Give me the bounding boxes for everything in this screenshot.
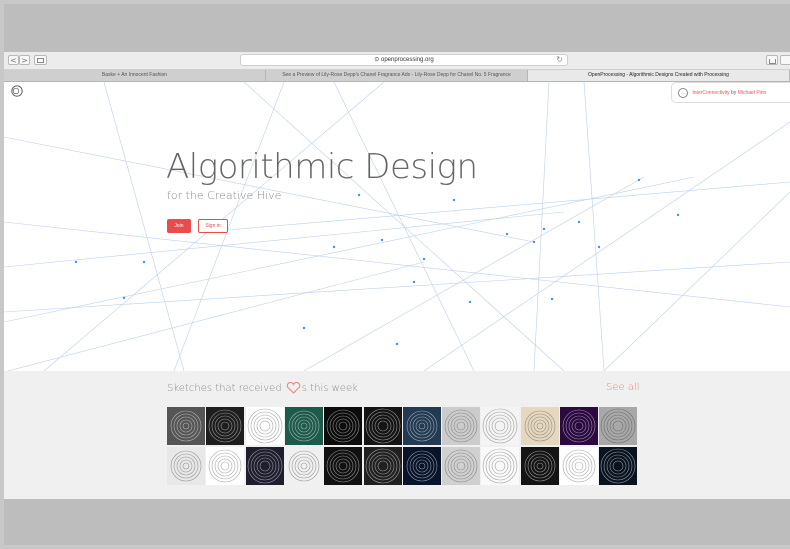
sketch-thumbnail[interactable] [402,447,441,485]
sketch-thumbnail[interactable] [363,407,402,445]
browser-window: < > ⊙ openprocessing.org ↻ Baske + An In… [4,4,790,545]
arrow-left-circle-icon[interactable]: ← [678,87,688,98]
sketch-thumbnail[interactable] [324,407,363,445]
window-bottom-area [4,499,790,545]
share-icon [768,59,776,64]
sidebar-toggle-button[interactable] [34,55,47,65]
sketch-thumbnail[interactable] [206,407,245,445]
sketch-thumbnail[interactable] [520,447,559,485]
tab-openprocessing[interactable]: OpenProcessing - Algorithmic Designs Cre… [528,70,790,81]
sketches-heading-end: s this week [301,383,358,394]
sketch-thumbnail[interactable] [402,407,441,445]
sketch-thumbnail[interactable] [167,447,205,485]
reload-icon[interactable]: ↻ [556,55,563,64]
url-text: ⊙ openprocessing.org [374,57,434,63]
sketch-thumbnail[interactable] [520,407,559,445]
author-link[interactable]: Michael Pinn [738,90,767,96]
tab-baske[interactable]: Baske + An Innocent Fashion [4,70,266,81]
join-button[interactable]: Join [167,219,191,233]
address-bar[interactable]: ⊙ openprocessing.org ↻ [240,54,568,66]
sketch-thumbnail-grid [167,407,639,485]
sign-in-button[interactable]: Sign in [198,219,228,233]
sketch-thumbnail[interactable] [284,407,323,445]
sketch-thumbnail[interactable] [481,407,520,445]
sketch-thumbnail[interactable] [442,407,481,445]
web-page: ← InterConnectivity by Michael Pinn Algo… [4,82,790,499]
sketch-thumbnail[interactable] [442,447,481,485]
network-background [4,82,790,371]
sketch-thumbnail[interactable] [363,447,402,485]
sketch-thumbnail[interactable] [284,447,323,485]
page-subtitle: for the Creative Hive [167,189,282,202]
credit-by: by [731,90,737,96]
sketches-heading-start: Sketches that received [167,383,282,394]
page-title: Algorithmic Design [166,147,478,187]
heart-icon [286,382,301,394]
tab-bar: Baske + An Innocent Fashion See a Previe… [4,70,790,82]
sketch-link[interactable]: InterConnectivity [692,90,729,96]
tabs-overview-button[interactable] [780,55,790,65]
share-button[interactable] [766,55,778,65]
sketch-thumbnail[interactable] [206,447,245,485]
openprocessing-logo-icon[interactable] [11,85,23,97]
sketch-thumbnail[interactable] [324,447,363,485]
see-all-link[interactable]: See all [606,382,640,393]
forward-button[interactable]: > [19,55,30,65]
hero-section: ← InterConnectivity by Michael Pinn Algo… [4,82,790,371]
sketch-thumbnail[interactable] [599,447,638,485]
sidebar-icon [37,58,44,63]
back-button[interactable]: < [8,55,19,65]
sketch-thumbnail[interactable] [167,407,205,445]
browser-toolbar: < > ⊙ openprocessing.org ↻ [4,52,790,70]
sketch-thumbnail[interactable] [245,447,284,485]
sketches-heading: Sketches that received s this week [167,382,358,394]
sketch-credit[interactable]: ← InterConnectivity by Michael Pinn [671,82,790,103]
sketch-thumbnail[interactable] [560,407,598,445]
sketch-thumbnail[interactable] [245,407,284,445]
weekly-sketches-section: Sketches that received s this week See a… [4,371,790,499]
sketch-thumbnail[interactable] [481,447,520,485]
sketch-thumbnail[interactable] [599,407,638,445]
sketch-thumbnail[interactable] [560,447,598,485]
tab-chanel-preview[interactable]: See a Preview of Lily-Rose Depp's Chanel… [266,70,528,81]
